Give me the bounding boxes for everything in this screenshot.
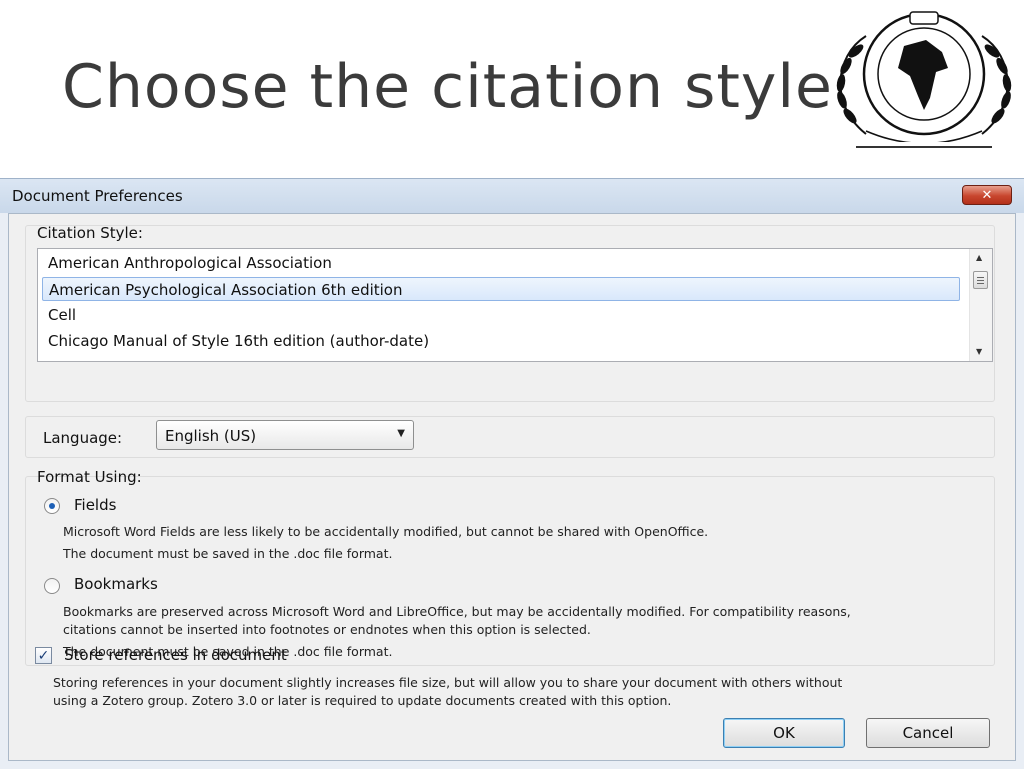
close-icon: ✕ [981,187,993,203]
fields-description-format: The document must be saved in the .doc f… [63,546,393,561]
fields-radio[interactable] [44,498,60,514]
close-button[interactable]: ✕ [962,185,1012,205]
store-references-label[interactable]: Store references in document [64,646,287,664]
bookmarks-description-2: citations cannot be inserted into footno… [63,622,591,637]
list-item[interactable]: Chicago Manual of Style 16th edition (au… [42,329,960,353]
fields-description: Microsoft Word Fields are less likely to… [63,524,709,539]
checkmark-icon: ✓ [37,647,50,664]
list-scrollbar[interactable]: ▲ ▼ [969,249,992,361]
document-preferences-dialog: Document Preferences ✕ Citation Style: A… [0,178,1024,769]
list-item[interactable]: American Anthropological Association [42,251,960,275]
list-item-selected[interactable]: American Psychological Association 6th e… [42,277,960,301]
store-references-checkbox[interactable]: ✓ [35,647,52,664]
store-references-description-2: using a Zotero group. Zotero 3.0 or late… [53,693,672,708]
citation-style-label: Citation Style: [37,224,143,242]
chevron-down-icon: ▼ [397,428,405,439]
dialog-title: Document Preferences [12,187,183,205]
bookmarks-label[interactable]: Bookmarks [74,575,158,593]
dialog-body: Citation Style: American Anthropological… [8,213,1016,761]
ailf-logo [826,6,1022,158]
scroll-down-icon[interactable]: ▼ [976,347,982,356]
language-value: English (US) [165,427,257,445]
dialog-titlebar[interactable]: Document Preferences ✕ [0,179,1024,213]
scroll-thumb[interactable] [973,271,988,289]
language-select[interactable]: English (US) ▼ [156,420,414,450]
cancel-button[interactable]: Cancel [866,718,990,748]
slide-title: Choose the citation style [62,52,833,122]
language-label: Language: [43,429,123,447]
bookmarks-radio[interactable] [44,578,60,594]
format-using-label: Format Using: [37,468,142,486]
format-using-group [25,476,995,666]
scroll-up-icon[interactable]: ▲ [976,253,982,262]
ok-button[interactable]: OK [723,718,845,748]
fields-label[interactable]: Fields [74,496,116,514]
radio-selected-dot [49,503,55,509]
citation-style-list[interactable]: American Anthropological Association Ame… [37,248,993,362]
store-references-description: Storing references in your document slig… [53,675,843,690]
bookmarks-description: Bookmarks are preserved across Microsoft… [63,604,851,619]
list-item[interactable]: Cell [42,303,960,327]
